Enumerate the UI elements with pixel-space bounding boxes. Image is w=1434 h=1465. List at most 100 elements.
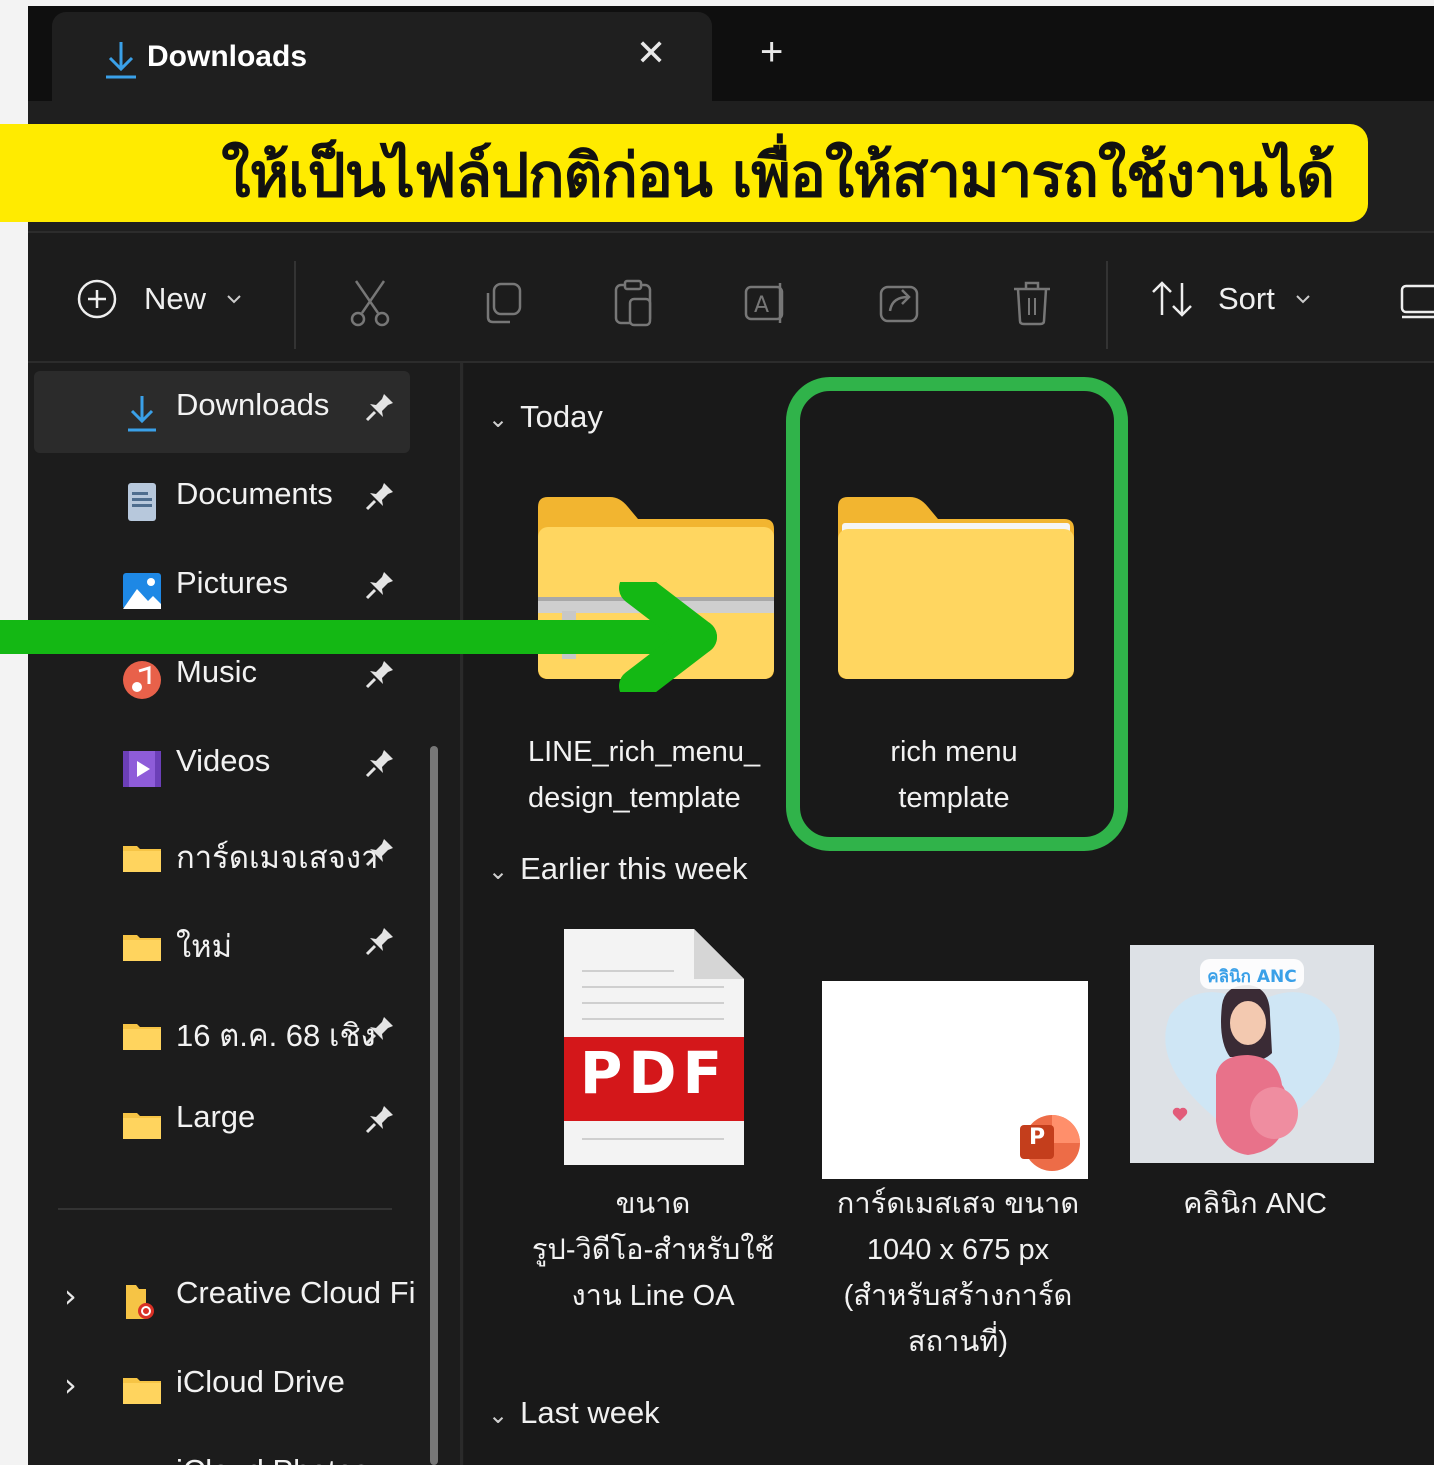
folder-icon <box>123 1024 161 1050</box>
sidebar-item-label: Large <box>176 1099 256 1134</box>
file-name-line: design_template <box>528 782 741 814</box>
group-label: Earlier this week <box>520 851 748 886</box>
tab-bar: Downloads ✕ + <box>28 6 1434 101</box>
chevron-down-icon <box>1296 295 1310 304</box>
sidebar-item-label: iCloud Drive <box>176 1364 345 1399</box>
download-icon <box>106 42 136 79</box>
file-name-line: รูป-วิดีโอ-สำหรับใช้ <box>531 1234 775 1266</box>
file-name-line: ขนาด <box>615 1188 691 1220</box>
chevron-down-icon: ⌄ <box>488 406 509 433</box>
instruction-text: ให้เป็นไฟล์ปกติก่อน เพื่อให้สามารถใช้งาน… <box>221 141 1335 211</box>
group-header-last-week[interactable]: ⌄ Last week <box>488 1395 660 1431</box>
folder-icon <box>123 1113 161 1139</box>
pin-icon[interactable] <box>364 391 396 423</box>
share-icon[interactable] <box>878 281 922 325</box>
sidebar-item-label: Documents <box>176 476 333 511</box>
sidebar-item-documents[interactable]: Documents <box>34 460 410 542</box>
sidebar-item-label: Videos <box>176 743 271 778</box>
sidebar-item-icloud-drive[interactable]: › iCloud Drive <box>34 1348 410 1430</box>
instruction-banner: ให้เป็นไฟล์ปกติก่อน เพื่อให้สามารถใช้งาน… <box>0 124 1368 222</box>
plus-circle-icon <box>77 279 117 319</box>
chevron-down-icon: ⌄ <box>488 858 509 885</box>
sidebar-item-label: ใหม่ <box>176 929 233 964</box>
file-name-line: สถานที่) <box>907 1326 1009 1358</box>
svg-text:A: A <box>754 293 769 318</box>
new-label: New <box>144 281 207 316</box>
arrow-annotation-icon <box>0 582 717 692</box>
file-name: LINE_rich_menu_ design_template <box>528 729 778 821</box>
pin-icon[interactable] <box>364 747 396 779</box>
sidebar-item-label: 16 ต.ค. 68 เชิง <box>176 1018 376 1053</box>
view-icon[interactable] <box>1400 283 1434 319</box>
paste-icon[interactable] <box>612 279 656 327</box>
image-thumbnail: คลินิก ANC <box>1130 945 1374 1163</box>
creative-cloud-folder-icon <box>126 1285 154 1319</box>
close-tab-button[interactable]: ✕ <box>636 34 666 74</box>
new-tab-button[interactable]: + <box>760 30 783 74</box>
file-item-image[interactable]: คลินิก ANC คลินิก ANC <box>1130 929 1380 1369</box>
file-item-pptx[interactable]: P การ์ดเมสเสจ ขนาด 1040 x 675 px (สำหรับ… <box>818 929 1098 1369</box>
group-label: Today <box>520 399 603 434</box>
sidebar-item-folder[interactable]: 16 ต.ค. 68 เชิง <box>34 994 410 1076</box>
file-item-pdf[interactable]: PDF ขนาด รูป-วิดีโอ-สำหรับใช้ งาน Line O… <box>528 929 778 1369</box>
copy-icon[interactable] <box>480 281 524 325</box>
file-name-line: (สำหรับสร้างการ์ด <box>843 1280 1073 1312</box>
sidebar-item-label: iCloud Photos <box>176 1453 416 1465</box>
pin-icon[interactable] <box>364 1014 396 1046</box>
chevron-right-icon[interactable]: › <box>64 1277 77 1315</box>
sidebar-item-label: การ์ดเมจเสจงาน <box>176 840 376 875</box>
toolbar-separator <box>294 261 296 349</box>
videos-icon <box>123 751 161 787</box>
sidebar-item-large[interactable]: Large <box>34 1083 410 1165</box>
sidebar-scrollbar[interactable] <box>430 746 438 1465</box>
sidebar-divider <box>58 1208 392 1210</box>
documents-icon <box>128 483 156 521</box>
sidebar-item-label: Downloads <box>176 387 330 422</box>
sort-button[interactable]: Sort <box>1150 277 1311 321</box>
sidebar-item-label: Creative Cloud Files <box>176 1275 416 1310</box>
sort-label: Sort <box>1218 281 1275 316</box>
file-name-line: งาน Line OA <box>571 1280 735 1312</box>
delete-icon[interactable] <box>1012 279 1052 327</box>
file-name: ขนาด รูป-วิดีโอ-สำหรับใช้ งาน Line OA <box>528 1181 778 1319</box>
navigation-pane: Downloads Documents Pictures Music Video… <box>28 363 460 1465</box>
folder-icon <box>123 846 161 872</box>
pptx-badge: P <box>1028 1125 1046 1150</box>
pin-icon[interactable] <box>364 480 396 512</box>
file-name-line: LINE_rich_menu_ <box>528 736 761 768</box>
tab-title: Downloads <box>147 40 308 73</box>
file-name: การ์ดเมสเสจ ขนาด 1040 x 675 px (สำหรับสร… <box>818 1181 1098 1365</box>
file-name: คลินิก ANC <box>1130 1181 1380 1227</box>
download-icon <box>128 396 156 432</box>
pin-icon[interactable] <box>364 925 396 957</box>
group-header-earlier-this-week[interactable]: ⌄ Earlier this week <box>488 851 748 887</box>
folder-icon <box>122 1459 162 1465</box>
sidebar-item-icloud-photos[interactable]: › iCloud Photos <box>34 1437 410 1465</box>
toolbar-separator <box>1106 261 1108 349</box>
rename-icon[interactable]: A <box>744 281 792 325</box>
sidebar-item-creative-cloud[interactable]: › Creative Cloud Files <box>34 1259 416 1341</box>
file-name-line: คลินิก ANC <box>1183 1188 1327 1220</box>
sort-icon <box>1152 281 1192 317</box>
tab-downloads[interactable]: Downloads ✕ <box>52 12 712 101</box>
folder-icon <box>123 1378 161 1404</box>
new-button[interactable]: New <box>76 277 242 321</box>
pin-icon[interactable] <box>364 1103 396 1135</box>
chevron-right-icon[interactable]: › <box>64 1366 77 1404</box>
chevron-right-icon[interactable]: › <box>64 1455 77 1465</box>
sidebar-item-folder[interactable]: ใหม่ <box>34 905 410 987</box>
command-bar: New A Sort <box>28 233 1434 363</box>
pane-divider <box>460 363 463 1465</box>
sidebar-item-folder[interactable]: การ์ดเมจเสจงาน <box>34 816 410 898</box>
group-label: Last week <box>520 1395 660 1430</box>
sidebar-item-downloads[interactable]: Downloads <box>34 371 410 453</box>
file-name-line: การ์ดเมสเสจ ขนาด <box>836 1188 1080 1220</box>
pin-icon[interactable] <box>364 836 396 868</box>
folder-icon <box>123 935 161 961</box>
group-header-today[interactable]: ⌄ Today <box>488 399 603 435</box>
chevron-down-icon: ⌄ <box>488 1402 509 1429</box>
highlight-box <box>786 377 1128 851</box>
sidebar-item-videos[interactable]: Videos <box>34 727 410 809</box>
file-explorer-window: Downloads ✕ + New A Sort Downloads Docum… <box>28 6 1434 1465</box>
cut-icon[interactable] <box>348 279 392 327</box>
